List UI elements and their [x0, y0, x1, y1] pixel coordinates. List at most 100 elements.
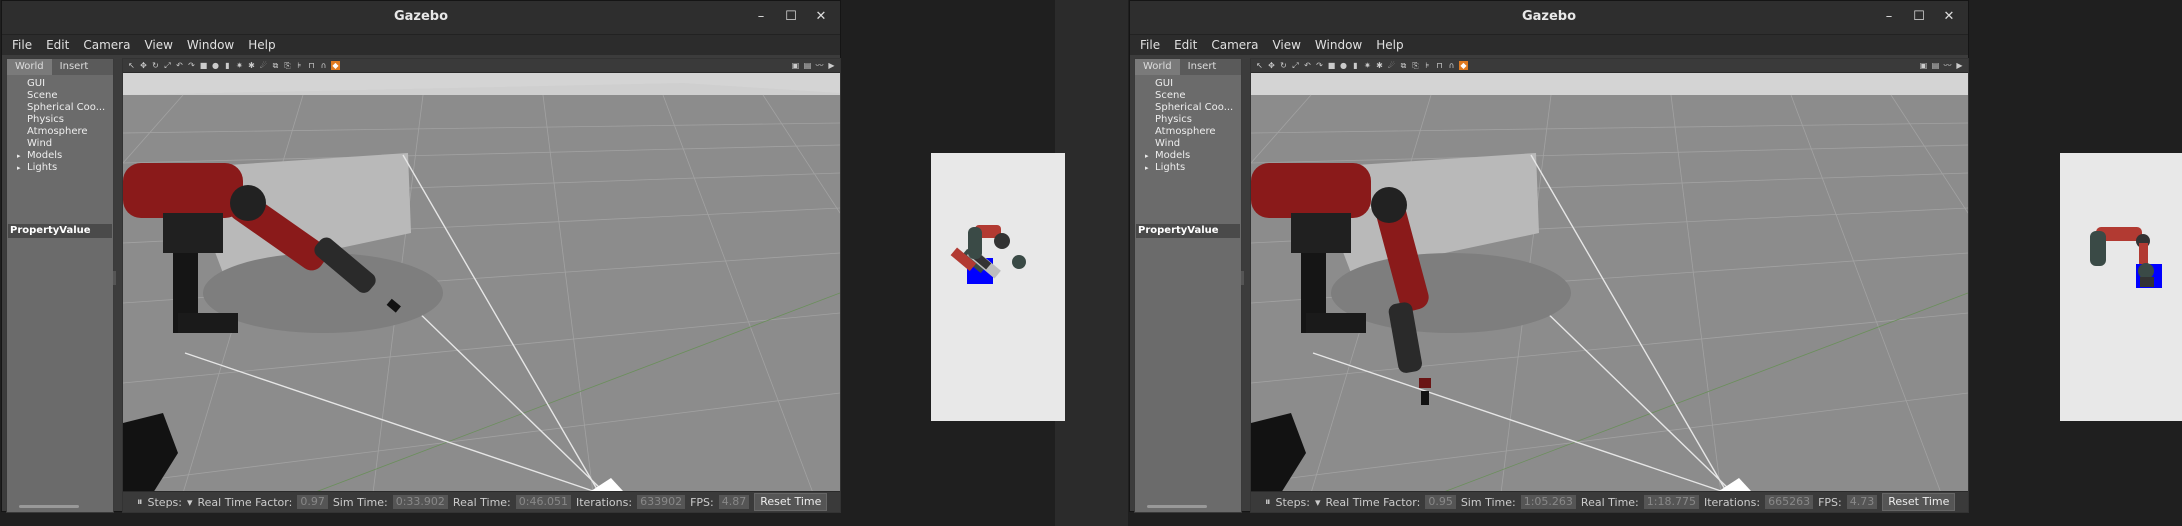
- scrollbar[interactable]: [19, 505, 79, 508]
- pause-icon[interactable]: ⏸: [137, 495, 143, 509]
- expand-arrow-icon[interactable]: ▸: [1145, 150, 1149, 162]
- change-view-icon[interactable]: ◆: [331, 61, 340, 70]
- splitter-handle[interactable]: [1241, 271, 1244, 285]
- maximize-button[interactable]: ☐: [782, 8, 800, 26]
- render-viewport[interactable]: ↖ ✥ ↻ ⤢ ↶ ↷ ■ ● ▮ ✷ ✱ ☄ ⧉ ⎘ ⊧ ⊓ ∩ ◆ ▣ ▤ …: [122, 58, 841, 513]
- align-icon[interactable]: ⊧: [1423, 61, 1432, 70]
- screenshot-icon[interactable]: ▣: [791, 61, 800, 70]
- tree-item-wind[interactable]: Wind: [27, 138, 113, 150]
- sun-light-icon[interactable]: ✷: [1363, 61, 1372, 70]
- plot-icon[interactable]: 〰: [1943, 61, 1952, 70]
- tree-item-models[interactable]: ▸ Models: [1145, 150, 1241, 162]
- tree-item-scene[interactable]: Scene: [27, 90, 113, 102]
- video-icon[interactable]: ▶: [827, 61, 836, 70]
- menu-window[interactable]: Window: [1309, 35, 1368, 55]
- tab-insert[interactable]: Insert: [52, 59, 97, 75]
- expand-arrow-icon[interactable]: ▸: [17, 162, 21, 174]
- snap-icon[interactable]: ⊓: [307, 61, 316, 70]
- sphere-icon[interactable]: ●: [1339, 61, 1348, 70]
- translate-icon[interactable]: ✥: [1267, 61, 1276, 70]
- tab-insert[interactable]: Insert: [1180, 59, 1225, 75]
- magnet-icon[interactable]: ∩: [1447, 61, 1456, 70]
- magnet-icon[interactable]: ∩: [319, 61, 328, 70]
- pause-icon[interactable]: ⏸: [1265, 495, 1271, 509]
- menu-file[interactable]: File: [6, 35, 38, 55]
- menu-edit[interactable]: Edit: [40, 35, 75, 55]
- tree-item-atmosphere[interactable]: Atmosphere: [1155, 126, 1241, 138]
- tree-item-scene[interactable]: Scene: [1155, 90, 1241, 102]
- tree-item-gui[interactable]: GUI: [27, 78, 113, 90]
- translate-icon[interactable]: ✥: [139, 61, 148, 70]
- tree-item-spherical[interactable]: Spherical Coo...: [27, 102, 113, 114]
- redo-icon[interactable]: ↷: [1315, 61, 1324, 70]
- tree-item-lights[interactable]: ▸ Lights: [1145, 162, 1241, 174]
- select-icon[interactable]: ↖: [127, 61, 136, 70]
- tree-item-physics[interactable]: Physics: [1155, 114, 1241, 126]
- tree-item-physics[interactable]: Physics: [27, 114, 113, 126]
- sphere-icon[interactable]: ●: [211, 61, 220, 70]
- menu-camera[interactable]: Camera: [1205, 35, 1264, 55]
- spot-light-icon[interactable]: ☄: [1387, 61, 1396, 70]
- log-icon[interactable]: ▤: [803, 61, 812, 70]
- title-bar[interactable]: Gazebo – ☐ ✕: [2, 1, 840, 35]
- expand-arrow-icon[interactable]: ▸: [17, 150, 21, 162]
- menu-help[interactable]: Help: [242, 35, 281, 55]
- minimize-button[interactable]: –: [1880, 8, 1898, 26]
- copy-icon[interactable]: ⧉: [271, 61, 280, 70]
- render-viewport[interactable]: ↖ ✥ ↻ ⤢ ↶ ↷ ■ ● ▮ ✷ ✱ ☄ ⧉ ⎘ ⊧ ⊓ ∩ ◆ ▣ ▤ …: [1250, 58, 1969, 513]
- rotate-icon[interactable]: ↻: [151, 61, 160, 70]
- menu-camera[interactable]: Camera: [77, 35, 136, 55]
- maximize-button[interactable]: ☐: [1910, 8, 1928, 26]
- point-light-icon[interactable]: ✱: [1375, 61, 1384, 70]
- box-icon[interactable]: ■: [1327, 61, 1336, 70]
- scrollbar[interactable]: [1147, 505, 1207, 508]
- tree-item-wind[interactable]: Wind: [1155, 138, 1241, 150]
- menu-view[interactable]: View: [1266, 35, 1306, 55]
- log-icon[interactable]: ▤: [1931, 61, 1940, 70]
- reset-time-button[interactable]: Reset Time: [1882, 493, 1956, 511]
- menu-view[interactable]: View: [138, 35, 178, 55]
- minimize-button[interactable]: –: [752, 8, 770, 26]
- video-icon[interactable]: ▶: [1955, 61, 1964, 70]
- align-icon[interactable]: ⊧: [295, 61, 304, 70]
- cylinder-icon[interactable]: ▮: [1351, 61, 1360, 70]
- expand-arrow-icon[interactable]: ▸: [1145, 162, 1149, 174]
- snap-icon[interactable]: ⊓: [1435, 61, 1444, 70]
- copy-icon[interactable]: ⧉: [1399, 61, 1408, 70]
- rotate-icon[interactable]: ↻: [1279, 61, 1288, 70]
- paste-icon[interactable]: ⎘: [283, 61, 292, 70]
- cylinder-icon[interactable]: ▮: [223, 61, 232, 70]
- paste-icon[interactable]: ⎘: [1411, 61, 1420, 70]
- undo-icon[interactable]: ↶: [1303, 61, 1312, 70]
- menu-window[interactable]: Window: [181, 35, 240, 55]
- scale-icon[interactable]: ⤢: [1291, 61, 1300, 70]
- reset-time-button[interactable]: Reset Time: [754, 493, 828, 511]
- tree-item-models[interactable]: ▸ Models: [17, 150, 113, 162]
- scale-icon[interactable]: ⤢: [163, 61, 172, 70]
- tree-item-atmosphere[interactable]: Atmosphere: [27, 126, 113, 138]
- steps-dropdown-icon[interactable]: ▾: [187, 496, 193, 509]
- steps-dropdown-icon[interactable]: ▾: [1315, 496, 1321, 509]
- box-icon[interactable]: ■: [199, 61, 208, 70]
- undo-icon[interactable]: ↶: [175, 61, 184, 70]
- point-light-icon[interactable]: ✱: [247, 61, 256, 70]
- tree-item-gui[interactable]: GUI: [1155, 78, 1241, 90]
- tab-world[interactable]: World: [1135, 59, 1180, 75]
- tab-world[interactable]: World: [7, 59, 52, 75]
- title-bar[interactable]: Gazebo – ☐ ✕: [1130, 1, 1968, 35]
- tree-item-lights[interactable]: ▸ Lights: [17, 162, 113, 174]
- menu-file[interactable]: File: [1134, 35, 1166, 55]
- close-button[interactable]: ✕: [812, 8, 830, 26]
- screenshot-icon[interactable]: ▣: [1919, 61, 1928, 70]
- redo-icon[interactable]: ↷: [187, 61, 196, 70]
- menu-edit[interactable]: Edit: [1168, 35, 1203, 55]
- select-icon[interactable]: ↖: [1255, 61, 1264, 70]
- plot-icon[interactable]: 〰: [815, 61, 824, 70]
- sun-light-icon[interactable]: ✷: [235, 61, 244, 70]
- menu-help[interactable]: Help: [1370, 35, 1409, 55]
- change-view-icon[interactable]: ◆: [1459, 61, 1468, 70]
- spot-light-icon[interactable]: ☄: [259, 61, 268, 70]
- tree-item-spherical[interactable]: Spherical Coo...: [1155, 102, 1241, 114]
- close-button[interactable]: ✕: [1940, 8, 1958, 26]
- splitter-handle[interactable]: [113, 271, 116, 285]
